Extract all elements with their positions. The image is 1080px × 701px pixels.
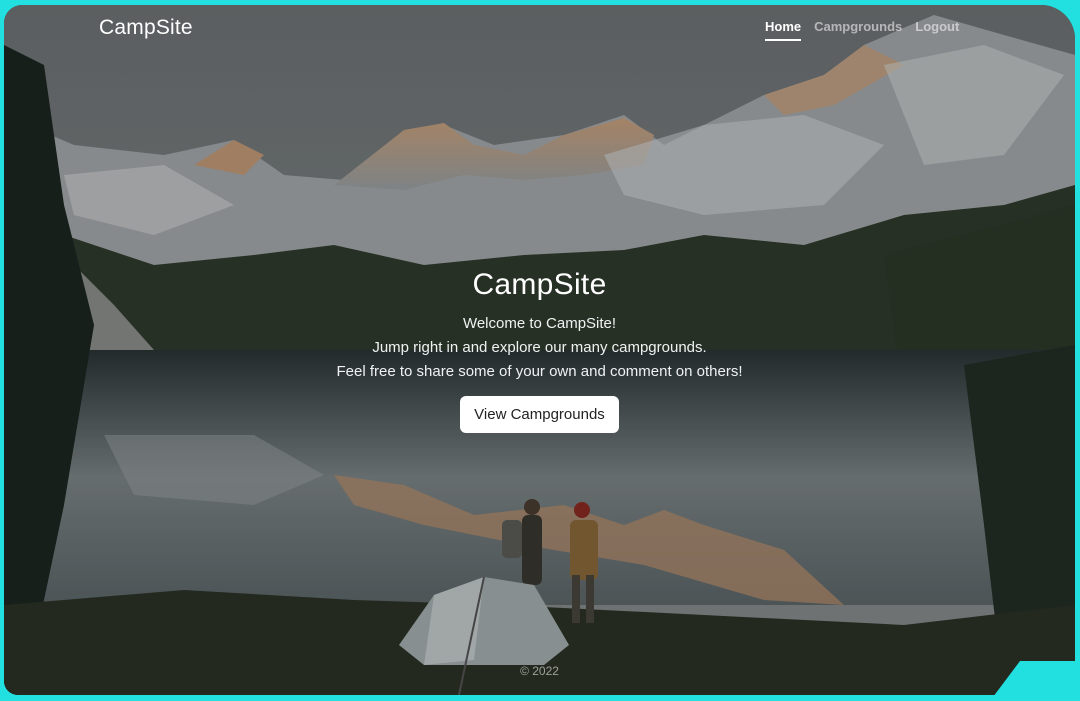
hero-title: CampSite	[472, 268, 607, 301]
nav-link-logout[interactable]: Logout	[915, 19, 959, 41]
nav-link-campgrounds[interactable]: Campgrounds	[814, 19, 902, 41]
hero-section: CampSite Welcome to CampSite! Jump right…	[4, 268, 1075, 433]
nav-links: Home Campgrounds Logout	[765, 19, 959, 41]
hero-welcome-text: Welcome to CampSite!	[462, 315, 617, 332]
view-campgrounds-button[interactable]: View Campgrounds	[460, 396, 619, 433]
hero-explore-text: Jump right in and explore our many campg…	[372, 339, 707, 356]
hero-share-text: Feel free to share some of your own and …	[336, 363, 743, 380]
copyright-text: © 2022	[520, 664, 559, 678]
nav-link-home[interactable]: Home	[765, 19, 802, 41]
navbar: CampSite Home Campgrounds Logout	[4, 5, 1075, 51]
browser-viewport: CampSite Home Campgrounds Logout CampSit…	[4, 5, 1075, 695]
footer: © 2022	[4, 664, 1075, 678]
brand-logo-text[interactable]: CampSite	[99, 16, 193, 40]
